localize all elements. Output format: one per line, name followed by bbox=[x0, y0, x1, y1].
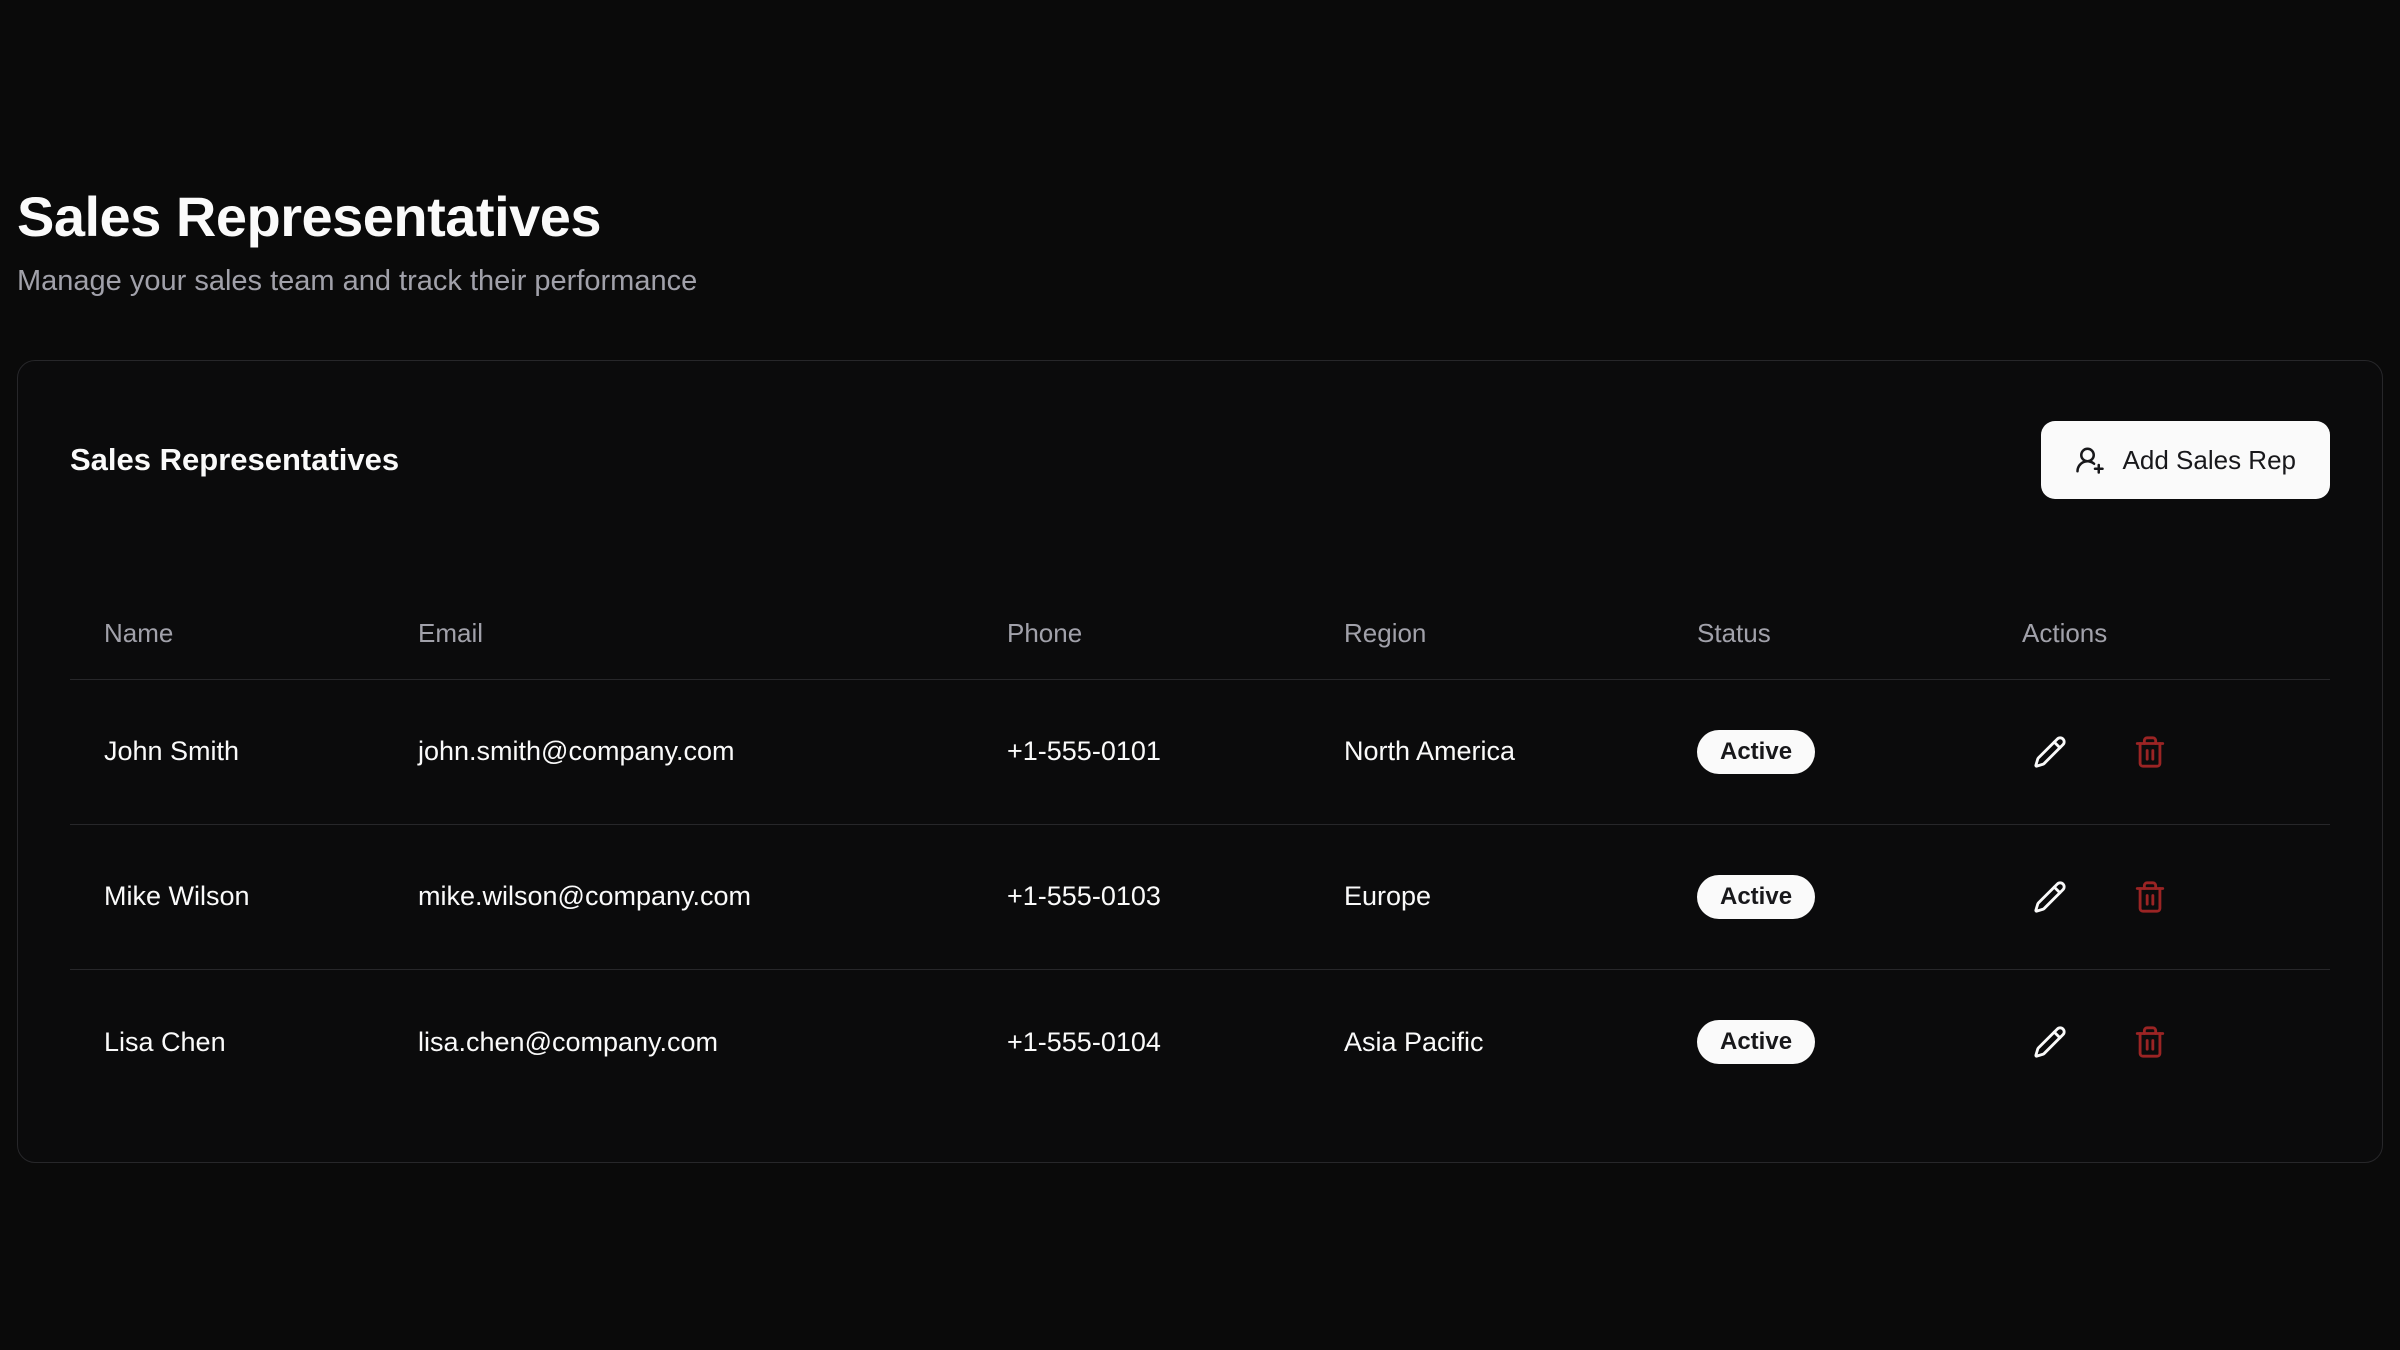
add-sales-rep-button[interactable]: Add Sales Rep bbox=[2041, 421, 2330, 499]
column-header-phone: Phone bbox=[973, 587, 1310, 679]
edit-button[interactable] bbox=[2022, 1014, 2078, 1070]
column-header-actions: Actions bbox=[1988, 587, 2330, 679]
trash-icon bbox=[2133, 1025, 2167, 1059]
column-header-status: Status bbox=[1663, 587, 1988, 679]
card-title: Sales Representatives bbox=[70, 438, 399, 482]
table-header-row: Name Email Phone Region Status Actions bbox=[70, 587, 2330, 679]
column-header-region: Region bbox=[1310, 587, 1663, 679]
row-actions bbox=[2022, 724, 2296, 780]
delete-button[interactable] bbox=[2122, 724, 2178, 780]
delete-button[interactable] bbox=[2122, 1014, 2178, 1070]
rep-region: North America bbox=[1310, 679, 1663, 824]
rep-email: lisa.chen@company.com bbox=[384, 969, 973, 1114]
table-row: Mike Wilson mike.wilson@company.com +1-5… bbox=[70, 824, 2330, 969]
status-badge: Active bbox=[1697, 1020, 1815, 1064]
rep-name: Mike Wilson bbox=[70, 824, 384, 969]
delete-button[interactable] bbox=[2122, 869, 2178, 925]
row-actions bbox=[2022, 1014, 2296, 1070]
row-actions bbox=[2022, 869, 2296, 925]
trash-icon bbox=[2133, 880, 2167, 914]
table-row: John Smith john.smith@company.com +1-555… bbox=[70, 679, 2330, 824]
rep-phone: +1-555-0103 bbox=[973, 824, 1310, 969]
rep-phone: +1-555-0101 bbox=[973, 679, 1310, 824]
trash-icon bbox=[2133, 735, 2167, 769]
pencil-icon bbox=[2033, 735, 2067, 769]
sales-reps-table: Name Email Phone Region Status Actions J… bbox=[70, 587, 2330, 1114]
sales-reps-card: Sales Representatives Add Sales Rep bbox=[17, 360, 2383, 1163]
pencil-icon bbox=[2033, 1025, 2067, 1059]
column-header-name: Name bbox=[70, 587, 384, 679]
rep-name: Lisa Chen bbox=[70, 969, 384, 1114]
table-row: Lisa Chen lisa.chen@company.com +1-555-0… bbox=[70, 969, 2330, 1114]
rep-email: john.smith@company.com bbox=[384, 679, 973, 824]
status-badge: Active bbox=[1697, 730, 1815, 774]
page-title: Sales Representatives bbox=[17, 186, 2383, 248]
rep-email: mike.wilson@company.com bbox=[384, 824, 973, 969]
status-badge: Active bbox=[1697, 875, 1815, 919]
user-plus-icon bbox=[2075, 445, 2105, 475]
rep-name: John Smith bbox=[70, 679, 384, 824]
page: Sales Representatives Manage your sales … bbox=[0, 0, 2400, 1163]
add-sales-rep-label: Add Sales Rep bbox=[2123, 445, 2296, 476]
page-subtitle: Manage your sales team and track their p… bbox=[17, 264, 2383, 299]
rep-region: Europe bbox=[1310, 824, 1663, 969]
card-header: Sales Representatives Add Sales Rep bbox=[70, 421, 2330, 499]
rep-region: Asia Pacific bbox=[1310, 969, 1663, 1114]
column-header-email: Email bbox=[384, 587, 973, 679]
pencil-icon bbox=[2033, 880, 2067, 914]
edit-button[interactable] bbox=[2022, 724, 2078, 780]
rep-phone: +1-555-0104 bbox=[973, 969, 1310, 1114]
edit-button[interactable] bbox=[2022, 869, 2078, 925]
